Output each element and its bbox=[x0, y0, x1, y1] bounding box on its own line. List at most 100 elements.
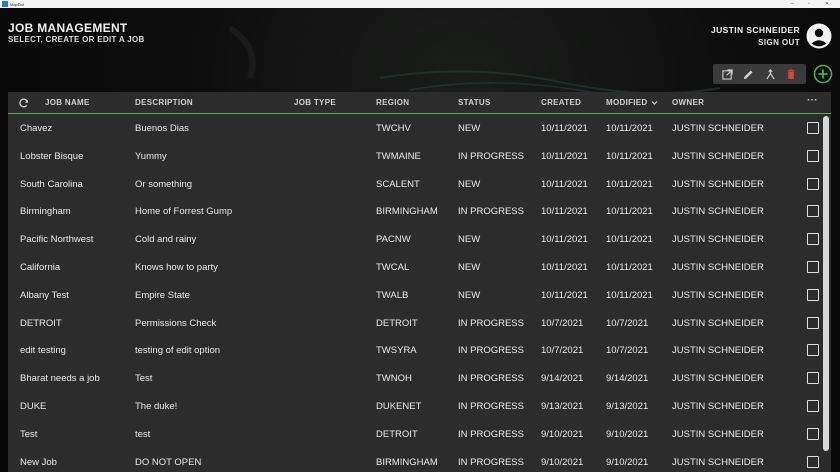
cell-region: TWNOH bbox=[376, 373, 412, 385]
page-subtitle: SELECT, CREATE OR EDIT A JOB bbox=[8, 35, 145, 44]
table-row[interactable]: Pacific Northwest Cold and rainy PACNW NEW 1… bbox=[8, 225, 819, 253]
cell-modified: 10/11/2021 bbox=[606, 150, 653, 162]
more-options-icon[interactable]: ··· bbox=[807, 95, 818, 106]
table-row[interactable]: Chavez Buenos Dias TWCHV NEW 10/11/2021 10/11… bbox=[8, 114, 819, 142]
merge-icon[interactable] bbox=[761, 65, 779, 83]
table-row[interactable]: New Job DO NOT OPEN BIRMINGHAM IN PROGRESS 9… bbox=[8, 448, 819, 472]
row-select-checkbox[interactable] bbox=[807, 372, 819, 385]
table-row[interactable]: Test test DETROIT IN PROGRESS 9/10/2021 9/10/… bbox=[8, 420, 819, 448]
cell-job-name: Lobster Bisque bbox=[20, 150, 84, 162]
row-select-checkbox[interactable] bbox=[807, 122, 819, 134]
cell-job-name: South Carolina bbox=[20, 178, 83, 190]
minimize-button[interactable]: – bbox=[785, 0, 799, 8]
open-external-icon[interactable] bbox=[719, 65, 737, 83]
column-header-description[interactable]: DESCRIPTION bbox=[135, 98, 193, 107]
column-header-job-type[interactable]: JOB TYPE bbox=[294, 98, 336, 107]
cell-modified: 10/11/2021 bbox=[606, 206, 653, 218]
cell-status: IN PROGRESS bbox=[458, 206, 524, 218]
cell-created: 10/11/2021 bbox=[541, 150, 588, 162]
table-row[interactable]: Albany Test Empire State TWALB NEW 10/11/202… bbox=[8, 281, 819, 309]
table-row[interactable]: DETROIT Permissions Check DETROIT IN PROGRE… bbox=[8, 309, 819, 337]
cell-created: 10/11/2021 bbox=[541, 289, 588, 301]
table-header: JOB NAME DESCRIPTION JOB TYPE REGION STA… bbox=[8, 92, 831, 114]
cell-owner: JUSTIN SCHNEIDER bbox=[672, 373, 764, 385]
sign-out-link[interactable]: SIGN OUT bbox=[758, 38, 800, 47]
account-circle-icon[interactable] bbox=[806, 23, 832, 49]
row-select-checkbox[interactable] bbox=[807, 316, 819, 329]
cell-owner: JUSTIN SCHNEIDER bbox=[672, 234, 764, 246]
row-select-checkbox[interactable] bbox=[807, 149, 819, 162]
row-select-checkbox[interactable] bbox=[807, 455, 819, 468]
table-row[interactable]: edit testing testing of edit option TWSYRA… bbox=[8, 336, 819, 364]
cell-owner: JUSTIN SCHNEIDER bbox=[672, 317, 764, 329]
page-title: JOB MANAGEMENT bbox=[8, 21, 128, 35]
scrollbar-thumb[interactable] bbox=[823, 116, 829, 451]
cell-description: testing of edit option bbox=[135, 345, 221, 357]
delete-icon[interactable] bbox=[782, 65, 800, 83]
cell-description: test bbox=[135, 428, 151, 440]
cell-status: NEW bbox=[458, 289, 481, 301]
cell-description: Empire State bbox=[135, 289, 190, 301]
cell-job-name: Test bbox=[20, 428, 38, 440]
chevron-down-icon[interactable] bbox=[651, 100, 658, 106]
column-header-region[interactable]: REGION bbox=[376, 98, 409, 107]
cell-region: TWCAL bbox=[376, 262, 410, 273]
column-header-job-name[interactable]: JOB NAME bbox=[45, 98, 90, 107]
cell-description: DO NOT OPEN bbox=[135, 456, 202, 468]
row-select-checkbox[interactable] bbox=[807, 400, 819, 412]
column-header-status[interactable]: STATUS bbox=[458, 98, 491, 107]
row-select-checkbox[interactable] bbox=[807, 233, 819, 246]
cell-created: 9/13/2021 bbox=[541, 401, 584, 412]
row-select-checkbox[interactable] bbox=[807, 177, 819, 190]
cell-created: 10/11/2021 bbox=[541, 206, 588, 218]
cell-status: NEW bbox=[458, 178, 481, 190]
row-select-checkbox[interactable] bbox=[807, 205, 819, 218]
cell-region: BIRMINGHAM bbox=[376, 206, 438, 218]
cell-region: DETROIT bbox=[376, 317, 418, 329]
cell-modified: 10/11/2021 bbox=[606, 289, 653, 301]
cell-description: Knows how to party bbox=[135, 262, 218, 273]
cell-job-name: edit testing bbox=[20, 345, 66, 357]
cell-owner: JUSTIN SCHNEIDER bbox=[672, 456, 764, 468]
cell-owner: JUSTIN SCHNEIDER bbox=[672, 206, 764, 218]
close-window-button[interactable]: ✕ bbox=[820, 0, 834, 8]
cell-modified: 10/11/2021 bbox=[606, 178, 653, 190]
cell-modified: 9/10/2021 bbox=[606, 428, 649, 440]
cell-status: IN PROGRESS bbox=[458, 317, 524, 329]
cell-region: SCALENT bbox=[376, 178, 420, 190]
edit-icon[interactable] bbox=[740, 65, 758, 83]
table-row[interactable]: DUKE The duke! DUKENET IN PROGRESS 9/13/2021… bbox=[8, 392, 819, 420]
row-select-checkbox[interactable] bbox=[807, 288, 819, 301]
cell-region: PACNW bbox=[376, 234, 411, 246]
cell-created: 10/11/2021 bbox=[541, 234, 588, 246]
refresh-icon[interactable] bbox=[19, 98, 29, 108]
row-select-checkbox[interactable] bbox=[807, 261, 819, 273]
cell-modified: 9/10/2021 bbox=[606, 456, 649, 468]
column-header-modified[interactable]: MODIFIED bbox=[606, 98, 648, 107]
column-header-owner[interactable]: OWNER bbox=[672, 98, 704, 107]
cell-description: Home of Forrest Gump bbox=[135, 206, 233, 218]
table-row[interactable]: South Carolina Or something SCALENT NEW 10/1… bbox=[8, 170, 819, 198]
row-select-checkbox[interactable] bbox=[807, 344, 819, 357]
cell-owner: JUSTIN SCHNEIDER bbox=[672, 401, 764, 412]
maximize-button[interactable]: ▫ bbox=[802, 0, 816, 8]
table-row[interactable]: Lobster Bisque Yummy TWMAINE IN PROGRESS 10/… bbox=[8, 142, 819, 170]
row-select-checkbox[interactable] bbox=[807, 427, 819, 440]
cell-created: 9/10/2021 bbox=[541, 428, 584, 440]
column-header-created[interactable]: CREATED bbox=[541, 98, 581, 107]
table-row[interactable]: Bharat needs a job Test TWNOH IN PROGRESS 9/… bbox=[8, 364, 819, 392]
vertical-scrollbar[interactable] bbox=[823, 116, 829, 468]
table-row[interactable]: Birmingham Home of Forrest Gump BIRMINGHAM… bbox=[8, 197, 819, 225]
cell-description: Buenos Dias bbox=[135, 123, 189, 134]
table-row[interactable]: California Knows how to party TWCAL NEW 10/1… bbox=[8, 253, 819, 281]
cell-job-name: Birmingham bbox=[20, 206, 71, 218]
cell-description: Or something bbox=[135, 178, 193, 190]
cell-owner: JUSTIN SCHNEIDER bbox=[672, 262, 764, 273]
cell-description: Permissions Check bbox=[135, 317, 217, 329]
cell-created: 10/7/2021 bbox=[541, 345, 584, 357]
cell-owner: JUSTIN SCHNEIDER bbox=[672, 345, 764, 357]
cell-created: 10/7/2021 bbox=[541, 317, 584, 329]
cell-job-name: Bharat needs a job bbox=[20, 373, 100, 385]
cell-created: 10/11/2021 bbox=[541, 123, 588, 134]
add-circle-icon[interactable] bbox=[813, 64, 833, 84]
